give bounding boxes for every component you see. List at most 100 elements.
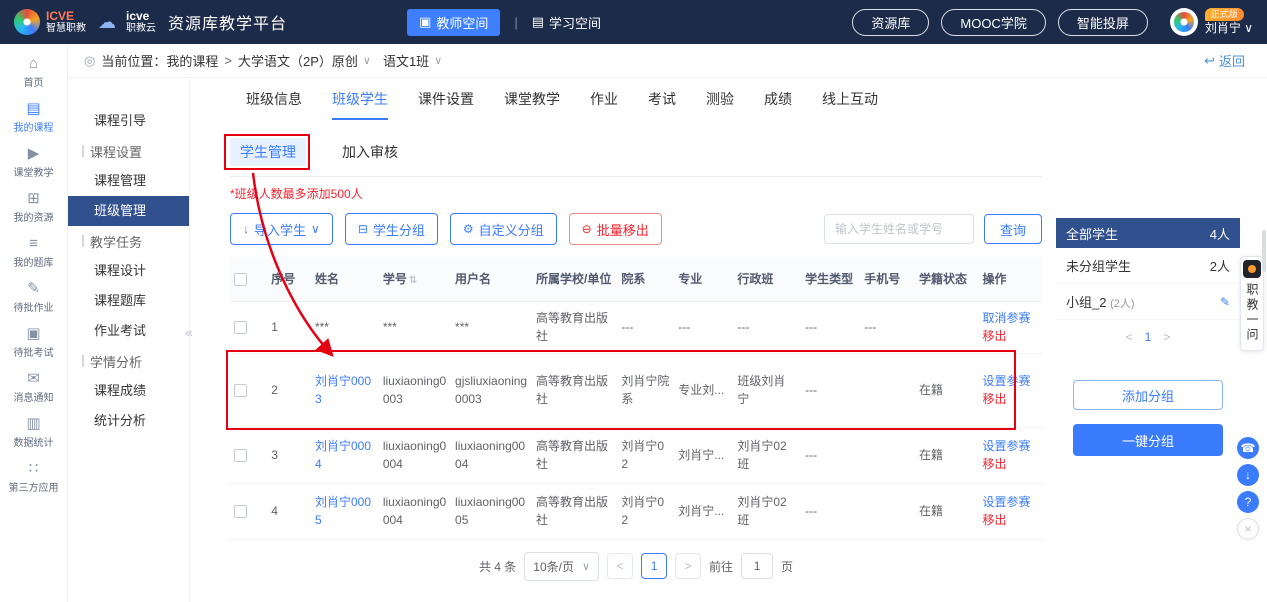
scrollbar-thumb[interactable] [1262, 230, 1266, 272]
sidebar-item-course-question-bank[interactable]: 课程题库 [68, 286, 189, 316]
query-button[interactable]: 查询 [984, 214, 1042, 244]
back-button[interactable]: ↩ 返回 [1204, 51, 1245, 70]
group-row[interactable]: 小组_2 (2人) ✎ [1056, 284, 1240, 320]
goto-page-input[interactable] [741, 553, 773, 579]
next-page-button[interactable]: > [675, 553, 701, 579]
subtab-student-management[interactable]: 学生管理 [230, 138, 306, 166]
set-contest-link[interactable]: 设置参赛 [982, 493, 1038, 511]
search-input[interactable] [824, 214, 974, 244]
rail-item-pending-exams[interactable]: ▣待批考试 [0, 320, 67, 365]
play-icon: ▶ [28, 146, 40, 161]
remove-link[interactable]: 移出 [982, 455, 1038, 473]
rail-item-third-party[interactable]: ∷第三方应用 [0, 455, 67, 500]
close-float-button[interactable]: × [1237, 518, 1259, 540]
sidebar-item-course-grades[interactable]: 课程成绩 [68, 376, 189, 406]
breadcrumb-course[interactable]: 大学语文（2P）原创 [238, 51, 358, 70]
row-checkbox[interactable] [234, 449, 247, 462]
add-group-button[interactable]: 添加分组 [1073, 380, 1223, 410]
sidebar-item-class-management[interactable]: 班级管理 [68, 196, 189, 226]
tab-exam[interactable]: 考试 [648, 78, 676, 120]
class-limit-notice: *班级人数最多添加500人 [230, 185, 1042, 201]
back-icon: ↩ [1204, 53, 1215, 69]
row-checkbox[interactable] [234, 321, 247, 334]
sidebar-item-course-management[interactable]: 课程管理 [68, 166, 189, 196]
tab-quiz[interactable]: 测验 [706, 78, 734, 120]
current-page[interactable]: 1 [641, 553, 667, 579]
tab-class-students[interactable]: 班级学生 [332, 78, 388, 120]
student-grouping-button[interactable]: ⊟ 学生分组 [345, 213, 438, 245]
tab-online-interaction[interactable]: 线上互动 [822, 78, 878, 120]
tab-homework[interactable]: 作业 [590, 78, 618, 120]
rail-item-home[interactable]: ⌂首页 [0, 50, 67, 95]
tab-class-info[interactable]: 班级信息 [246, 78, 302, 120]
smart-cast-button[interactable]: 智能投屏 [1058, 9, 1148, 36]
auto-group-button[interactable]: 一键分组 [1073, 424, 1223, 456]
ungrouped-students-row[interactable]: 未分组学生 2人 [1056, 248, 1240, 284]
tab-classroom-teaching[interactable]: 课堂教学 [504, 78, 560, 120]
learning-space-button[interactable]: ▤ 学习空间 [532, 13, 601, 32]
rail-item-notifications[interactable]: ✉消息通知 [0, 365, 67, 410]
book-icon: ▤ [26, 101, 40, 116]
class-dropdown-icon[interactable]: ∨ [434, 54, 442, 67]
import-students-button[interactable]: ↓ 导入学生 ∨ [230, 213, 333, 245]
zhijiao-qa-widget[interactable]: 职教一问 [1240, 256, 1264, 351]
sidebar-item-course-design[interactable]: 课程设计 [68, 256, 189, 286]
rail-item-statistics[interactable]: ▥数据统计 [0, 410, 67, 455]
row-checkbox[interactable] [234, 384, 247, 397]
help-button[interactable]: ? [1237, 491, 1259, 513]
download-float-button[interactable]: ↓ [1237, 464, 1259, 486]
set-contest-link[interactable]: 设置参赛 [982, 372, 1038, 390]
customer-service-button[interactable]: ☎ [1237, 437, 1259, 459]
page-size-select[interactable]: 10条/页 ∨ [524, 552, 599, 581]
course-dropdown-icon[interactable]: ∨ [363, 54, 371, 67]
remove-link[interactable]: 移出 [982, 390, 1038, 408]
groups-prev-button[interactable]: < [1126, 330, 1133, 344]
teacher-space-button[interactable]: ▣ 教师空间 [407, 9, 500, 36]
user-menu[interactable]: 正式版 刘肖宁 ∨ [1170, 8, 1253, 36]
tab-courseware-settings[interactable]: 课件设置 [418, 78, 474, 120]
rail-item-pending-homework[interactable]: ✎待批作业 [0, 275, 67, 320]
table-row-highlighted: 2 刘肖宁0003 liuxiaoning0003 gjsliuxiaoning… [230, 353, 1042, 427]
col-username: 用户名 [451, 257, 532, 301]
sidebar-collapse-icon[interactable]: « [182, 318, 196, 346]
col-actions: 操作 [978, 257, 1042, 301]
tab-grades[interactable]: 成绩 [764, 78, 792, 120]
student-name-link[interactable]: 刘肖宁0004 [315, 439, 371, 471]
all-students-header[interactable]: 全部学生 4人 [1056, 218, 1240, 248]
prev-page-button[interactable]: < [607, 553, 633, 579]
subtab-join-review[interactable]: 加入审核 [332, 138, 408, 166]
student-name-link[interactable]: 刘肖宁0003 [315, 374, 371, 406]
mooc-college-button[interactable]: MOOC学院 [941, 9, 1045, 36]
groups-next-button[interactable]: > [1163, 330, 1170, 344]
custom-grouping-button[interactable]: ⚙ 自定义分组 [450, 213, 557, 245]
breadcrumb-class[interactable]: 语文1班 [383, 51, 429, 70]
rail-item-classroom-teaching[interactable]: ▶课堂教学 [0, 140, 67, 185]
sidebar-item-homework-exam[interactable]: 作业考试 [68, 316, 189, 346]
row-checkbox[interactable] [234, 505, 247, 518]
list-icon: ≡ [29, 236, 38, 251]
sidebar-item-course-guide[interactable]: 课程引导 [68, 106, 189, 136]
set-contest-link[interactable]: 设置参赛 [982, 437, 1038, 455]
resource-library-button[interactable]: 资源库 [852, 9, 929, 36]
remove-link[interactable]: 移出 [982, 327, 1038, 345]
icve-logo-text: ICVE 智慧职教 [46, 10, 86, 34]
select-all-checkbox[interactable] [234, 273, 247, 286]
edit-group-icon[interactable]: ✎ [1220, 295, 1230, 309]
student-name-link[interactable]: 刘肖宁0005 [315, 495, 371, 527]
cancel-contest-link[interactable]: 取消参赛 [982, 309, 1038, 327]
teacher-space-icon: ▣ [419, 14, 431, 30]
all-students-count: 4人 [1210, 224, 1230, 243]
logo-line2: 智慧职教 [46, 23, 86, 34]
sidebar-item-statistical-analysis[interactable]: 统计分析 [68, 406, 189, 436]
remove-link[interactable]: 移出 [982, 511, 1038, 529]
rail-item-question-bank[interactable]: ≡我的题库 [0, 230, 67, 275]
rail-item-my-resources[interactable]: ⊞我的资源 [0, 185, 67, 230]
table-header-row: 序号 姓名 学号⇅ 用户名 所属学校/单位 院系 专业 行政班 学生类型 手机号… [230, 257, 1042, 301]
rail-item-my-courses[interactable]: ▤我的课程 [0, 95, 67, 140]
sort-icon[interactable]: ⇅ [409, 275, 417, 286]
breadcrumb-my-courses[interactable]: 我的课程 [166, 51, 218, 70]
pencil-icon: ✎ [27, 281, 40, 296]
groups-current-page[interactable]: 1 [1145, 330, 1152, 344]
batch-remove-button[interactable]: ⊖ 批量移出 [569, 213, 662, 245]
gear-icon: ⚙ [463, 222, 474, 236]
